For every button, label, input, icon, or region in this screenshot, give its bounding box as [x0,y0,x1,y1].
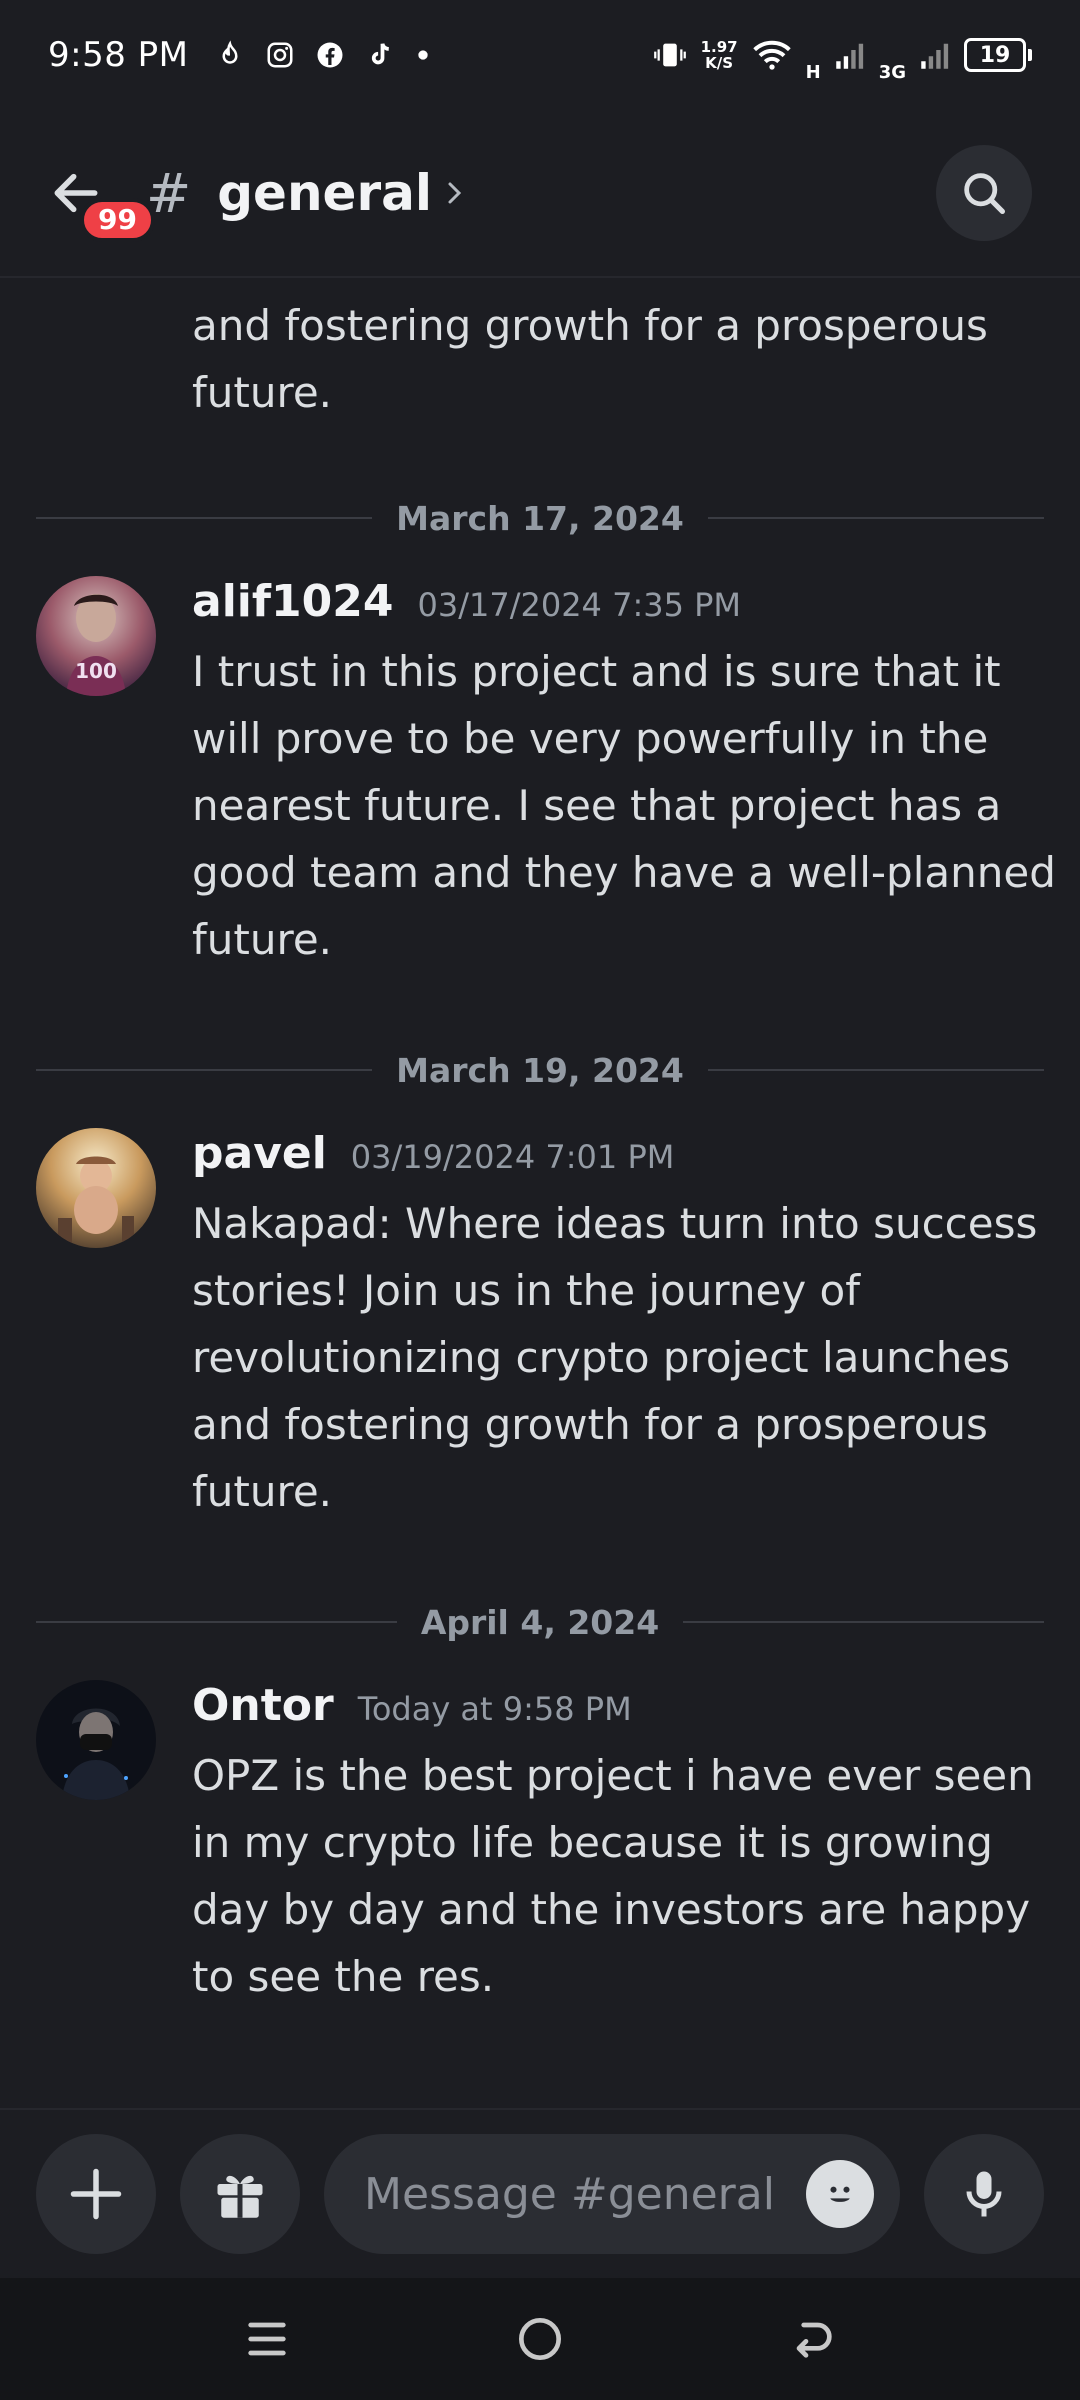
message-list[interactable]: and fostering growth for a prosperous fu… [0,278,1080,2108]
message-input-placeholder: Message #general [364,2168,775,2220]
home-icon[interactable] [512,2311,568,2367]
menu-icon[interactable] [239,2311,295,2367]
microphone-icon [966,2171,1002,2217]
system-nav-bar [0,2278,1080,2400]
wifi-icon [752,40,791,70]
fire-icon [221,40,238,64]
message-author[interactable]: Ontor [192,1680,334,1731]
plus-icon [70,2168,122,2220]
message-author[interactable]: alif1024 [192,576,393,627]
avatar-image-pavel [36,1128,156,1248]
signal-icon-2 [921,43,949,69]
vibrate-icon [653,43,686,67]
status-bar: 9:58 PM 1.97 K/S H 3G 19 [0,0,1080,110]
message-timestamp: 03/17/2024 7:35 PM [417,586,742,624]
message-text: Nakapad: Where ideas turn into success s… [192,1199,1038,1516]
message-author[interactable]: pavel [192,1128,327,1179]
date-divider: March 17, 2024 [36,498,1044,538]
voice-message-button[interactable] [924,2134,1044,2254]
network-speed: 1.97 K/S [701,39,738,71]
avatar-image-ontor [36,1680,156,1800]
message-timestamp: 03/19/2024 7:01 PM [350,1138,675,1176]
network-speed-unit: K/S [705,54,734,72]
avatar[interactable] [36,1128,156,1248]
instagram-icon [267,42,292,68]
divider-date: March 19, 2024 [396,1050,684,1090]
avatar-label: 100 [75,659,117,683]
search-button[interactable] [936,145,1032,241]
back-icon[interactable] [785,2311,841,2367]
status-app-icons [215,40,431,70]
message-composer: Message #general [0,2108,1080,2278]
date-divider: April 4, 2024 [36,1602,1045,1642]
facebook-icon [317,42,342,68]
tiktok-icon [371,43,389,65]
date-divider: March 19, 2024 [36,1050,1044,1090]
gift-button[interactable] [180,2134,300,2254]
message-input[interactable]: Message #general [324,2134,900,2254]
add-attachment-button[interactable] [36,2134,156,2254]
chevron-right-icon[interactable] [444,178,466,208]
message-text-partial: and fostering growth for a prosperous fu… [192,301,988,417]
status-indicators: 1.97 K/S H 3G 19 [653,28,1032,83]
emoji-button[interactable] [806,2160,874,2228]
channel-header: 99 # general [0,110,1080,278]
unread-badge: 99 [80,198,155,242]
channel-title[interactable]: general [217,164,432,222]
network-type-3g: 3G [878,61,906,83]
signal-icon [835,43,863,69]
search-icon [964,173,1006,215]
message-text: OPZ is the best project i have ever seen… [192,1751,1034,2001]
emoji-icon [830,2186,850,2202]
gift-icon [217,2175,263,2218]
battery-level: 19 [979,42,1011,68]
battery-icon: 19 [964,38,1032,72]
network-speed-value: 1.97 [700,38,738,56]
avatar-image-alif: 100 [36,576,156,696]
notification-dot-icon [417,50,428,60]
network-type-h: H [805,61,821,83]
divider-date: March 17, 2024 [396,498,684,538]
divider-date: April 4, 2024 [420,1602,660,1642]
message-timestamp: Today at 9:58 PM [357,1690,632,1728]
avatar[interactable] [36,1680,156,1800]
avatar[interactable]: 100 [36,576,156,696]
status-time: 9:58 PM [48,35,189,75]
back-button[interactable]: 99 [48,148,155,242]
message-text: I trust in this project and is sure that… [192,647,1056,964]
